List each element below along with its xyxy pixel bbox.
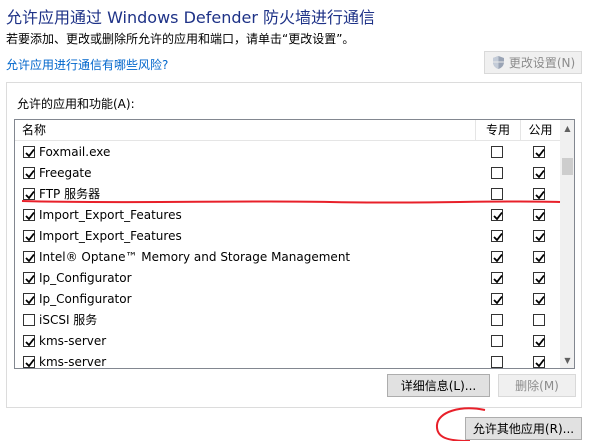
- private-checkbox[interactable]: [491, 293, 503, 305]
- page-description: 若要添加、更改或删除所允许的应用和端口，请单击“更改设置”。: [6, 32, 355, 46]
- public-checkbox[interactable]: [533, 188, 545, 200]
- table-row[interactable]: Foxmail.exe: [15, 142, 560, 163]
- private-checkbox[interactable]: [491, 272, 503, 284]
- table-row[interactable]: kms-server: [15, 352, 560, 369]
- public-checkbox[interactable]: [533, 230, 545, 242]
- app-name: Freegate: [39, 166, 92, 180]
- risk-link[interactable]: 允许应用进行通信有哪些风险?: [6, 56, 168, 73]
- table-row[interactable]: Import_Export_Features: [15, 205, 560, 226]
- enabled-checkbox[interactable]: [23, 335, 35, 347]
- table-row[interactable]: Ip_Configurator: [15, 268, 560, 289]
- table-row[interactable]: Ip_Configurator: [15, 289, 560, 310]
- app-name: kms-server: [39, 355, 107, 369]
- enabled-checkbox[interactable]: [23, 272, 35, 284]
- allow-other-app-button[interactable]: 允许其他应用(R)...: [465, 417, 582, 440]
- enabled-checkbox[interactable]: [23, 188, 35, 200]
- column-header-public[interactable]: 公用: [520, 120, 560, 141]
- allowed-apps-list[interactable]: 名称 专用 公用 Foxmail.exe Freegate FTP 服务器 Impor…: [14, 119, 575, 369]
- column-header-private[interactable]: 专用: [475, 120, 520, 141]
- details-button[interactable]: 详细信息(L)...: [387, 374, 490, 397]
- vertical-scrollbar[interactable]: ▲ ▼: [560, 120, 574, 368]
- app-name: Ip_Configurator: [39, 292, 132, 306]
- scrollbar-thumb[interactable]: [562, 158, 573, 175]
- table-row[interactable]: iSCSI 服务: [15, 310, 560, 331]
- private-checkbox[interactable]: [491, 251, 503, 263]
- public-checkbox[interactable]: [533, 272, 545, 284]
- private-checkbox[interactable]: [491, 209, 503, 221]
- app-name: FTP 服务器: [39, 187, 101, 201]
- app-name: iSCSI 服务: [39, 313, 98, 327]
- app-name: Import_Export_Features: [39, 229, 182, 243]
- app-name: Import_Export_Features: [39, 208, 182, 222]
- table-row[interactable]: kms-server: [15, 331, 560, 352]
- change-settings-label: 更改设置(N): [508, 56, 576, 70]
- private-checkbox[interactable]: [491, 314, 503, 326]
- scroll-up-arrow-icon[interactable]: ▲: [560, 120, 574, 136]
- public-checkbox[interactable]: [533, 167, 545, 179]
- table-row[interactable]: Freegate: [15, 163, 560, 184]
- public-checkbox[interactable]: [533, 314, 545, 326]
- app-name: Intel® Optane™ Memory and Storage Manage…: [39, 250, 351, 264]
- enabled-checkbox[interactable]: [23, 167, 35, 179]
- allowed-apps-label: 允许的应用和功能(A):: [17, 97, 135, 111]
- table-row[interactable]: FTP 服务器: [15, 184, 560, 205]
- enabled-checkbox[interactable]: [23, 314, 35, 326]
- app-name: kms-server: [39, 334, 107, 348]
- enabled-checkbox[interactable]: [23, 251, 35, 263]
- enabled-checkbox[interactable]: [23, 209, 35, 221]
- enabled-checkbox[interactable]: [23, 293, 35, 305]
- table-row[interactable]: Import_Export_Features: [15, 226, 560, 247]
- private-checkbox[interactable]: [491, 146, 503, 158]
- app-name: Ip_Configurator: [39, 271, 132, 285]
- column-header-name[interactable]: 名称: [22, 120, 46, 141]
- public-checkbox[interactable]: [533, 356, 545, 368]
- shield-icon: [491, 55, 506, 70]
- page-title: 允许应用通过 Windows Defender 防火墙进行通信: [6, 8, 376, 27]
- public-checkbox[interactable]: [533, 146, 545, 158]
- enabled-checkbox[interactable]: [23, 146, 35, 158]
- app-name: Foxmail.exe: [39, 145, 111, 159]
- enabled-checkbox[interactable]: [23, 230, 35, 242]
- private-checkbox[interactable]: [491, 356, 503, 368]
- delete-button[interactable]: 删除(M): [498, 374, 576, 397]
- allowed-apps-group: 允许的应用和功能(A): 名称 专用 公用 Foxmail.exe Freegat…: [6, 82, 582, 408]
- private-checkbox[interactable]: [491, 188, 503, 200]
- private-checkbox[interactable]: [491, 167, 503, 179]
- enabled-checkbox[interactable]: [23, 356, 35, 368]
- scroll-down-arrow-icon[interactable]: ▼: [560, 352, 574, 368]
- public-checkbox[interactable]: [533, 293, 545, 305]
- list-header: 名称 专用 公用: [15, 120, 560, 141]
- public-checkbox[interactable]: [533, 209, 545, 221]
- public-checkbox[interactable]: [533, 251, 545, 263]
- private-checkbox[interactable]: [491, 335, 503, 347]
- private-checkbox[interactable]: [491, 230, 503, 242]
- table-row[interactable]: Intel® Optane™ Memory and Storage Manage…: [15, 247, 560, 268]
- list-rows: Foxmail.exe Freegate FTP 服务器 Import_Export_…: [15, 142, 560, 369]
- change-settings-button[interactable]: 更改设置(N): [484, 51, 582, 74]
- public-checkbox[interactable]: [533, 335, 545, 347]
